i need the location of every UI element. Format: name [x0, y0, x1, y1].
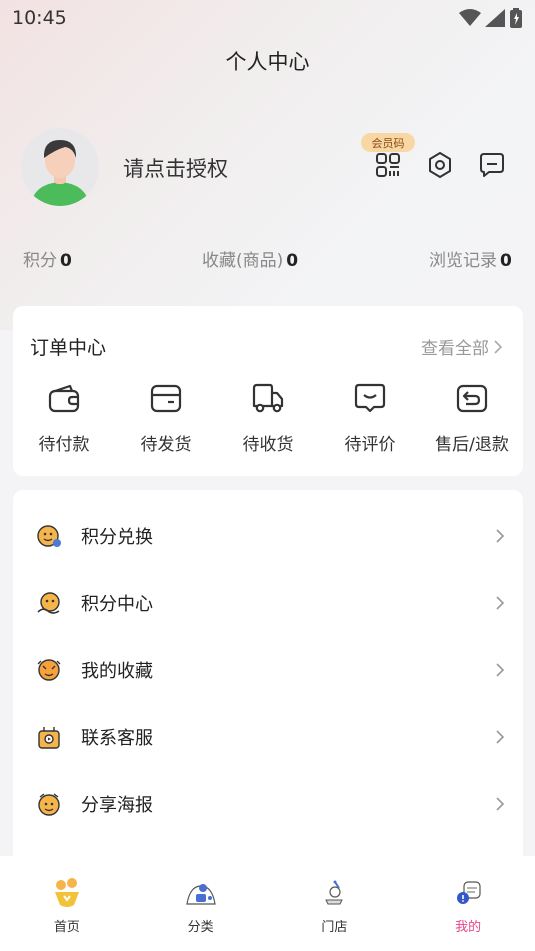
return-icon [456, 384, 488, 413]
order-pending-review[interactable]: 待评价 [319, 380, 421, 455]
category-icon [185, 884, 216, 905]
signal-icon [485, 9, 505, 27]
menu-label: 积分兑换 [81, 527, 153, 548]
order-pending-receipt[interactable]: 待收货 [217, 380, 319, 455]
box-icon [150, 384, 182, 413]
menu-card: 积分兑换 积分中心 我的收藏 联系客服 分享海报 [13, 490, 523, 870]
tab-home[interactable]: 首页 [0, 856, 134, 951]
profile-icon [457, 881, 481, 904]
order-pending-shipment-label: 待发货 [140, 435, 192, 455]
chevron-right-icon [496, 730, 505, 744]
points-center-icon [37, 592, 60, 614]
order-pending-payment[interactable]: 待付款 [13, 380, 115, 455]
status-bar: 10:45 [0, 0, 535, 36]
menu-item-points-center[interactable]: 积分中心 [13, 578, 523, 628]
order-pending-receipt-label: 待收货 [242, 435, 294, 455]
chevron-right-icon [496, 596, 505, 610]
avatar-icon [21, 128, 99, 206]
order-center-title: 订单中心 [30, 337, 107, 359]
menu-label: 联系客服 [81, 728, 153, 749]
settings-icon[interactable] [425, 150, 455, 180]
truck-icon [252, 383, 284, 413]
status-time: 10:45 [12, 7, 67, 29]
customer-service-icon [38, 727, 60, 749]
tab-store[interactable]: 门店 [268, 856, 402, 951]
tab-profile-label: 我的 [455, 920, 482, 935]
stat-points[interactable]: 积分 0 [23, 246, 72, 271]
menu-label: 积分中心 [81, 594, 153, 615]
menu-item-share-poster[interactable]: 分享海报 [13, 779, 523, 829]
chevron-right-icon [494, 339, 503, 354]
share-poster-icon [38, 793, 60, 816]
menu-label: 分享海报 [81, 795, 153, 816]
wifi-icon [459, 9, 481, 26]
stat-favorites[interactable]: 收藏(商品) 0 [202, 246, 298, 271]
avatar[interactable] [21, 128, 99, 206]
order-after-sales-label: 售后/退款 [435, 435, 509, 455]
order-pending-shipment[interactable]: 待发货 [115, 380, 217, 455]
menu-item-customer-service[interactable]: 联系客服 [13, 712, 523, 762]
wallet-icon [48, 384, 80, 413]
stat-history-label: 浏览记录 [429, 251, 497, 271]
message-icon[interactable] [477, 150, 507, 180]
stat-favorites-value: 0 [286, 251, 299, 271]
chevron-right-icon [496, 797, 505, 811]
tab-profile[interactable]: 我的 [401, 856, 535, 951]
tab-category[interactable]: 分类 [134, 856, 268, 951]
view-all-label: 查看全部 [421, 339, 489, 359]
status-icons [459, 8, 523, 28]
tab-store-label: 门店 [321, 920, 348, 935]
menu-label: 我的收藏 [81, 661, 153, 682]
order-center-card: 订单中心 查看全部 待付款 待发货 待收货 待评价 售后/退款 [13, 306, 523, 476]
points-exchange-icon [37, 525, 61, 547]
page-title: 个人中心 [225, 50, 310, 74]
store-icon [325, 880, 344, 905]
comment-icon [354, 383, 386, 413]
favorites-icon [37, 659, 61, 681]
home-icon [54, 878, 79, 907]
bottom-tab-bar: 首页 分类 门店 我的 [0, 856, 535, 951]
order-after-sales[interactable]: 售后/退款 [421, 380, 523, 455]
battery-icon [510, 8, 522, 28]
tab-home-label: 首页 [53, 920, 80, 935]
order-pending-payment-label: 待付款 [38, 435, 90, 455]
member-qr-icon[interactable] [373, 150, 403, 180]
chevron-right-icon [496, 529, 505, 543]
view-all-orders-link[interactable]: 查看全部 [421, 334, 503, 359]
user-name[interactable]: 请点击授权 [123, 153, 228, 183]
stat-favorites-label: 收藏(商品) [202, 251, 284, 271]
stat-points-value: 0 [60, 251, 72, 271]
stat-history[interactable]: 浏览记录 0 [429, 246, 512, 271]
chevron-right-icon [496, 663, 505, 677]
menu-item-points-exchange[interactable]: 积分兑换 [13, 511, 523, 561]
stat-history-value: 0 [500, 251, 512, 271]
stat-points-label: 积分 [23, 251, 57, 271]
order-pending-review-label: 待评价 [344, 435, 396, 455]
tab-category-label: 分类 [187, 920, 214, 935]
menu-item-favorites[interactable]: 我的收藏 [13, 645, 523, 695]
